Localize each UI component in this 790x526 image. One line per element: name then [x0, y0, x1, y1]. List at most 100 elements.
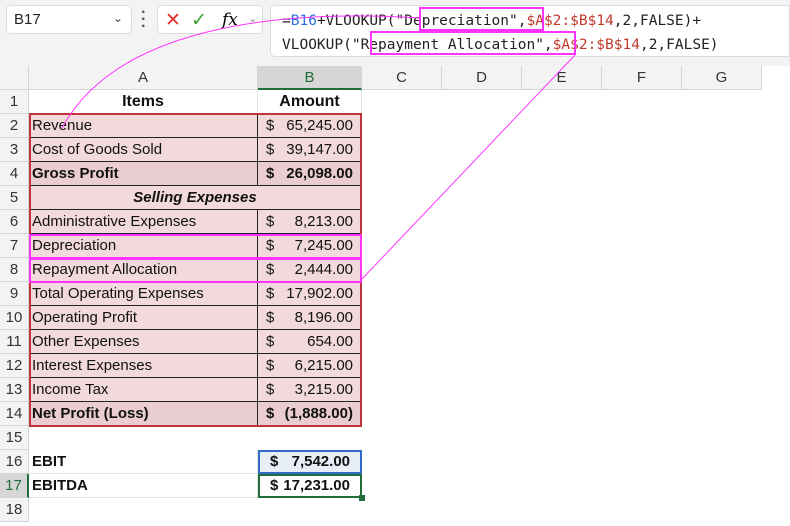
amount-value: 7,542.00: [291, 453, 350, 470]
amount-cell[interactable]: $654.00: [258, 330, 362, 354]
amount-value: 26,098.00: [286, 165, 353, 182]
currency-symbol: $: [266, 333, 275, 350]
section-selling-expenses[interactable]: Selling Expenses: [29, 186, 362, 210]
column-header-G[interactable]: G: [682, 66, 762, 90]
formula-range: $A$2:$B$14: [552, 37, 640, 53]
currency-symbol: $: [266, 381, 275, 398]
amount-cell[interactable]: $39,147.00: [258, 138, 362, 162]
select-all-button[interactable]: [0, 66, 29, 90]
result-value-ebitda[interactable]: $17,231.00: [258, 474, 362, 498]
name-box[interactable]: B17 ⌄: [6, 5, 132, 34]
item-cell[interactable]: Depreciation: [29, 234, 258, 258]
formula-text: =: [282, 13, 291, 29]
chevron-down-icon[interactable]: ⌄: [113, 11, 123, 25]
currency-symbol: $: [266, 213, 275, 230]
item-cell[interactable]: Operating Profit: [29, 306, 258, 330]
formula-text: ,2,FALSE)+: [613, 13, 702, 29]
currency-symbol: $: [266, 285, 275, 302]
amount-value: 17,902.00: [286, 285, 353, 302]
amount-value: 2,444.00: [294, 261, 353, 278]
formula-text: VLOOKUP(": [282, 37, 361, 53]
item-cell[interactable]: Administrative Expenses: [29, 210, 258, 234]
formula-text: ,2,FALSE): [639, 37, 719, 53]
amount-value: 7,245.00: [294, 237, 353, 254]
amount-cell[interactable]: $6,215.00: [258, 354, 362, 378]
header-amount[interactable]: Amount: [258, 90, 362, 114]
chevron-down-icon[interactable]: ⌄: [248, 12, 257, 25]
result-label-ebitda[interactable]: EBITDA: [29, 474, 258, 498]
amount-value: 3,215.00: [294, 381, 353, 398]
row-header-14[interactable]: 14: [0, 402, 29, 426]
item-cell[interactable]: Gross Profit: [29, 162, 258, 186]
amount-value: 17,231.00: [283, 477, 350, 494]
column-header-B[interactable]: B: [258, 66, 362, 90]
row-header-4[interactable]: 4: [0, 162, 29, 186]
row-header-10[interactable]: 10: [0, 306, 29, 330]
amount-value: (1,888.00): [284, 405, 353, 422]
item-cell[interactable]: Repayment Allocation: [29, 258, 258, 282]
header-items[interactable]: Items: [29, 90, 258, 114]
formula-text: ",: [509, 13, 527, 29]
enter-icon[interactable]: ✓: [191, 9, 207, 32]
row-header-3[interactable]: 3: [0, 138, 29, 162]
amount-cell[interactable]: $2,444.00: [258, 258, 362, 282]
item-cell[interactable]: Revenue: [29, 114, 258, 138]
result-value-ebit[interactable]: $7,542.00: [258, 450, 362, 474]
formula-key-depreciation: Depreciation: [404, 13, 510, 29]
currency-symbol: $: [266, 117, 275, 134]
insert-function-icon[interactable]: fx: [222, 10, 238, 30]
row-header-2[interactable]: 2: [0, 114, 29, 138]
amount-cell[interactable]: $17,902.00: [258, 282, 362, 306]
amount-cell[interactable]: $ (1,888.00): [258, 402, 362, 426]
row-header-7[interactable]: 7: [0, 234, 29, 258]
row-header-15[interactable]: 15: [0, 426, 29, 450]
column-header-F[interactable]: F: [602, 66, 682, 90]
amount-value: 8,196.00: [294, 309, 353, 326]
item-cell[interactable]: Total Operating Expenses: [29, 282, 258, 306]
row-header-1[interactable]: 1: [0, 90, 29, 114]
more-options-icon[interactable]: · · ·: [141, 5, 146, 35]
row-header-17[interactable]: 17: [0, 474, 29, 498]
item-cell[interactable]: Interest Expenses: [29, 354, 258, 378]
amount-cell[interactable]: $8,196.00: [258, 306, 362, 330]
column-header-E[interactable]: E: [522, 66, 602, 90]
formula-area: B17 ⌄ · · · ✕ ✓ fx ⌄ =B16+VLOOKUP("Deprecia…: [0, 0, 790, 66]
fill-handle[interactable]: [359, 495, 365, 501]
formula-key-repayment: Repayment Allocation: [360, 37, 536, 53]
amount-value: 65,245.00: [286, 117, 353, 134]
name-box-value: B17: [14, 11, 41, 28]
amount-cell[interactable]: $3,215.00: [258, 378, 362, 402]
amount-value: 654.00: [307, 333, 353, 350]
row-header-11[interactable]: 11: [0, 330, 29, 354]
item-cell[interactable]: Cost of Goods Sold: [29, 138, 258, 162]
column-header-A[interactable]: A: [29, 66, 258, 90]
amount-cell[interactable]: $7,245.00: [258, 234, 362, 258]
row-header-8[interactable]: 8: [0, 258, 29, 282]
row-header-6[interactable]: 6: [0, 210, 29, 234]
row-header-13[interactable]: 13: [0, 378, 29, 402]
amount-cell[interactable]: $65,245.00: [258, 114, 362, 138]
currency-symbol: $: [270, 453, 279, 470]
amount-cell[interactable]: $8,213.00: [258, 210, 362, 234]
column-header-C[interactable]: C: [362, 66, 442, 90]
formula-range: $A$2:$B$14: [526, 13, 614, 29]
item-cell[interactable]: Net Profit (Loss): [29, 402, 258, 426]
item-cell[interactable]: Income Tax: [29, 378, 258, 402]
cancel-icon[interactable]: ✕: [165, 9, 181, 32]
item-cell[interactable]: Other Expenses: [29, 330, 258, 354]
row-header-9[interactable]: 9: [0, 282, 29, 306]
currency-symbol: $: [266, 237, 275, 254]
formula-input[interactable]: =B16+VLOOKUP("Depreciation",$A$2:$B$14,2…: [270, 5, 790, 57]
row-header-12[interactable]: 12: [0, 354, 29, 378]
formula-text: +VLOOKUP(": [316, 13, 405, 29]
currency-symbol: $: [266, 357, 275, 374]
currency-symbol: $: [266, 405, 275, 422]
currency-symbol: $: [266, 141, 275, 158]
row-header-5[interactable]: 5: [0, 186, 29, 210]
row-header-16[interactable]: 16: [0, 450, 29, 474]
amount-cell[interactable]: $26,098.00: [258, 162, 362, 186]
result-label-ebit[interactable]: EBIT: [29, 450, 258, 474]
formula-text: ",: [535, 37, 553, 53]
column-header-D[interactable]: D: [442, 66, 522, 90]
row-header-18[interactable]: 18: [0, 498, 29, 522]
